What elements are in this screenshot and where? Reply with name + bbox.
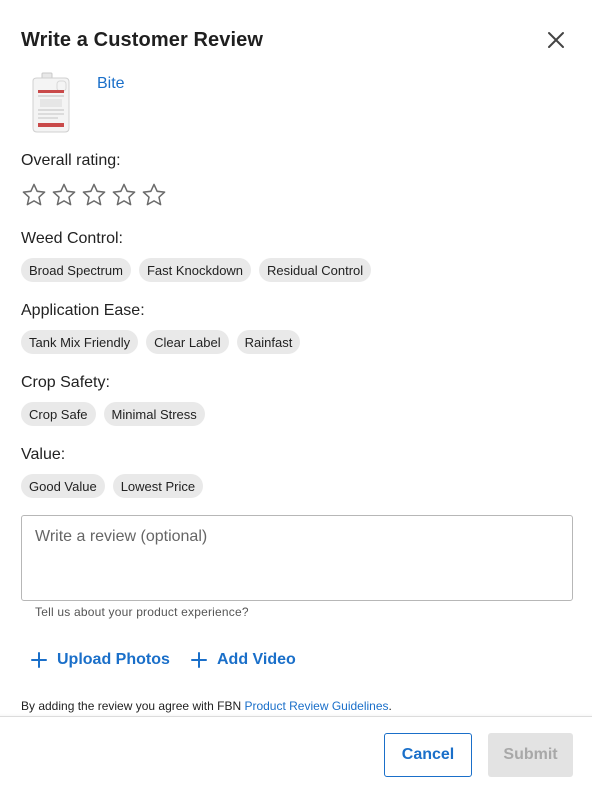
- star-3-button[interactable]: [81, 181, 107, 209]
- category-label: Crop Safety:: [21, 374, 110, 391]
- dialog-title: Write a Customer Review: [21, 29, 264, 51]
- review-guidelines-link[interactable]: Product Review Guidelines: [244, 699, 388, 713]
- submit-button[interactable]: Submit: [488, 733, 573, 777]
- tag-chip[interactable]: Broad Spectrum: [21, 258, 131, 282]
- review-dialog: Write a Customer Review Bite Overall rat…: [0, 0, 592, 791]
- agreement-text: By adding the review you agree with FBN …: [21, 699, 392, 713]
- chip-row: Broad Spectrum Fast Knockdown Residual Con…: [21, 258, 372, 282]
- tag-chip[interactable]: Lowest Price: [112, 474, 204, 498]
- plus-icon: [191, 652, 207, 668]
- overall-rating-label: Overall rating:: [21, 152, 121, 169]
- category-label: Value:: [21, 446, 66, 463]
- category-label: Weed Control:: [21, 230, 123, 247]
- star-rating: [21, 181, 167, 209]
- cancel-button[interactable]: Cancel: [384, 733, 472, 777]
- star-5-button[interactable]: [141, 181, 167, 209]
- product-link[interactable]: Bite: [97, 75, 125, 93]
- add-video-label: Add Video: [217, 651, 296, 668]
- tag-chip[interactable]: Crop Safe: [21, 402, 96, 426]
- tag-chip[interactable]: Clear Label: [146, 330, 229, 354]
- star-icon: [52, 183, 76, 206]
- agreement-suffix: .: [388, 699, 392, 713]
- tag-chip[interactable]: Rainfast: [236, 330, 301, 354]
- star-icon: [82, 183, 106, 206]
- chip-row: Tank Mix Friendly Clear Label Rainfast: [21, 330, 301, 354]
- star-4-button[interactable]: [111, 181, 137, 209]
- star-1-button[interactable]: [21, 181, 47, 209]
- tag-chip[interactable]: Fast Knockdown: [138, 258, 252, 282]
- agreement-prefix: By adding the review you agree with FBN: [21, 699, 245, 713]
- tag-chip[interactable]: Residual Control: [259, 258, 372, 282]
- star-2-button[interactable]: [51, 181, 77, 209]
- star-icon: [142, 183, 166, 206]
- chip-row: Crop Safe Minimal Stress: [21, 402, 205, 426]
- chip-row: Good Value Lowest Price: [21, 474, 204, 498]
- star-icon: [22, 183, 46, 206]
- tag-chip[interactable]: Tank Mix Friendly: [21, 330, 139, 354]
- review-textarea[interactable]: [22, 516, 572, 600]
- category-label: Application Ease:: [21, 302, 145, 319]
- add-video-button[interactable]: Add Video: [191, 648, 296, 672]
- close-button[interactable]: [543, 27, 569, 53]
- product-image: [29, 72, 73, 134]
- close-icon: [548, 32, 564, 48]
- tag-chip[interactable]: Good Value: [21, 474, 105, 498]
- tag-chip[interactable]: Minimal Stress: [103, 402, 205, 426]
- upload-photos-button[interactable]: Upload Photos: [31, 648, 170, 672]
- review-field[interactable]: [21, 515, 573, 601]
- upload-photos-label: Upload Photos: [57, 651, 170, 668]
- review-helper-text: Tell us about your product experience?: [35, 605, 249, 619]
- plus-icon: [31, 652, 47, 668]
- star-icon: [112, 183, 136, 206]
